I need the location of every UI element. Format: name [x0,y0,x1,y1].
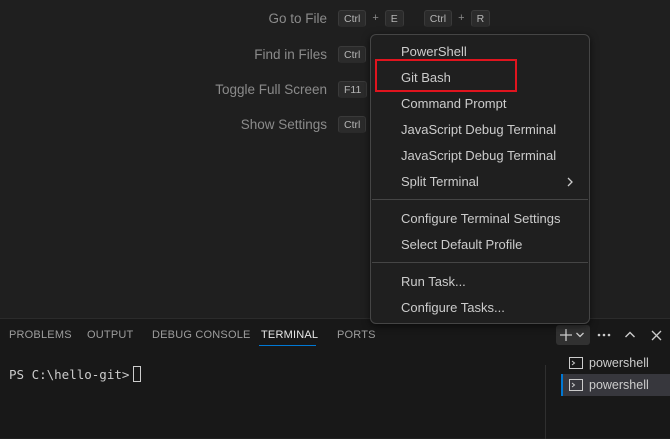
menu-item-configure-tasks[interactable]: Configure Tasks... [371,296,589,320]
ellipsis-icon[interactable] [594,325,614,345]
tab-output[interactable]: OUTPUT [87,329,133,341]
menu-item-javascript-debug-terminal[interactable]: JavaScript Debug Terminal [371,144,589,168]
chevron-right-icon [565,170,575,194]
menu-item-configure-terminal-settings[interactable]: Configure Terminal Settings [371,207,589,231]
key-cap: Ctrl [338,45,367,63]
hint-label: Find in Files [254,46,327,62]
menu-item-split-terminal[interactable]: Split Terminal [371,170,589,194]
terminal-list-divider [545,365,546,439]
key-plus: + [372,12,379,24]
key-plus: + [458,12,465,24]
terminal-cursor [133,366,142,382]
active-tab-indicator [259,345,316,346]
hint-label: Go to File [268,10,327,26]
hint-label: Toggle Full Screen [215,81,327,97]
terminal-icon [569,356,583,370]
hint-go-to-file: Go to File Ctrl + E Ctrl + R [0,8,670,28]
bottom-panel: PROBLEMS OUTPUT DEBUG CONSOLE TERMINAL P… [0,318,670,439]
menu-item-run-task[interactable]: Run Task... [371,270,589,294]
tab-debug-console[interactable]: DEBUG CONSOLE [152,329,251,341]
menu-separator [372,199,588,200]
terminal-list-label: powershell [589,378,649,392]
tab-problems[interactable]: PROBLEMS [9,329,72,341]
menu-item-javascript-debug-terminal[interactable]: JavaScript Debug Terminal [371,118,589,142]
menu-item-command-prompt[interactable]: Command Prompt [371,92,589,116]
terminal-list-label: powershell [589,356,649,370]
shortcut-keys: Ctrl [338,45,367,63]
key-cap: Ctrl [338,9,367,27]
menu-item-label: Split Terminal [401,174,479,189]
key-cap: Ctrl [338,115,367,133]
key-cap: F11 [338,80,368,98]
shortcut-keys: F11 [338,80,368,98]
key-cap: R [470,9,491,27]
menu-separator [372,262,588,263]
menu-item-select-default-profile[interactable]: Select Default Profile [371,233,589,257]
close-icon[interactable] [646,325,666,345]
chevron-up-icon[interactable] [620,325,640,345]
tab-terminal[interactable]: TERMINAL [261,329,318,341]
new-terminal-menu: PowerShell Git Bash Command Prompt JavaS… [370,34,590,324]
hint-label: Show Settings [240,116,327,132]
terminal-list-item[interactable]: powershell [561,352,670,374]
shortcut-keys: Ctrl [338,115,367,133]
key-cap: E [384,9,404,27]
key-cap: Ctrl [423,9,453,27]
terminal-icon [569,378,583,392]
terminal-list-item-selected[interactable]: powershell [561,374,670,396]
menu-item-powershell[interactable]: PowerShell [371,40,589,64]
terminal-output[interactable]: PS C:\hello-git> [9,366,142,382]
menu-item-git-bash[interactable]: Git Bash [371,66,589,90]
chevron-down-icon[interactable] [572,325,588,345]
terminal-prompt: PS C:\hello-git> [9,367,130,382]
shortcut-keys: Ctrl + E Ctrl + R [338,9,491,27]
tab-ports[interactable]: PORTS [337,329,376,341]
